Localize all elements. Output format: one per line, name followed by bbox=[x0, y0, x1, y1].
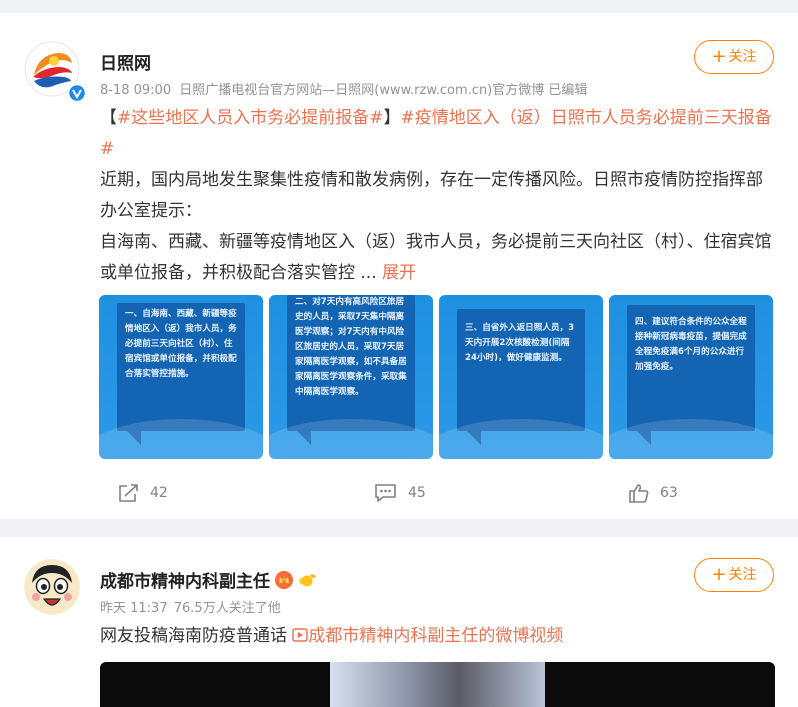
bracket-open: 【 bbox=[100, 108, 117, 128]
author-avatar[interactable] bbox=[24, 559, 80, 615]
repost-count: 42 bbox=[150, 485, 168, 501]
post-time[interactable]: 8-18 09:00 bbox=[100, 83, 171, 98]
repost-button[interactable]: 42 bbox=[118, 483, 168, 503]
follow-label: 关注 bbox=[728, 49, 757, 65]
verified-badge-icon bbox=[68, 84, 86, 102]
post-meta: 8-18 09:00 日照广播电视台官方网站—日照网(www.rzw.com.c… bbox=[100, 79, 587, 98]
cartoon-face-icon bbox=[24, 559, 80, 615]
post-paragraph: 近期，国内局地发生聚集性疫情和散发病例，存在一定传播风险。日照市疫情防控指挥部办… bbox=[100, 170, 763, 221]
comment-count: 45 bbox=[408, 485, 426, 501]
image-decoration bbox=[609, 419, 773, 459]
image-decoration bbox=[269, 419, 433, 459]
hashtag-link[interactable]: #这些地区人员入市务必提前报备# bbox=[117, 108, 384, 128]
post-image[interactable]: 二、对7天内有高风险区旅居史的人员，采取7天集中隔离医学观察；对7天内有中风险区… bbox=[269, 295, 433, 459]
post-card: 日照网 8-18 09:00 日照广播电视台官方网站—日照网(www.rzw.c… bbox=[0, 13, 798, 519]
follow-label: 关注 bbox=[728, 567, 757, 583]
sun-badge-icon bbox=[299, 573, 316, 586]
author-name[interactable]: 成都市精神内科副主任 bbox=[100, 567, 318, 592]
author-name-text: 成都市精神内科副主任 bbox=[100, 572, 270, 592]
author-name[interactable]: 日照网 bbox=[100, 49, 151, 74]
video-frame bbox=[330, 662, 545, 707]
post-text: 【#这些地区人员入市务必提前报备#】#疫情地区入（返）日照市人员务必提前三天报备… bbox=[100, 103, 772, 289]
post-meta: 昨天 11:37 76.5万人关注了他 bbox=[100, 597, 281, 616]
image-text: 四、建议符合条件的公众全程接种新冠病毒疫苗，提倡完成全程免疫满6个月的公众进行加… bbox=[635, 317, 747, 372]
share-icon bbox=[119, 484, 138, 502]
vip-crown-badge-icon bbox=[275, 570, 293, 589]
plus-icon: + bbox=[711, 46, 727, 67]
video-link[interactable]: 成都市精神内科副主任的微博视频 bbox=[292, 626, 563, 646]
post-time[interactable]: 昨天 11:37 bbox=[100, 601, 168, 616]
image-text: 三、自省外入返日照人员，3天内开展2次核酸检测(间隔24小时)，做好健康监测。 bbox=[465, 323, 575, 363]
follower-note: 76.5万人关注了他 bbox=[173, 601, 281, 616]
image-text: 二、对7天内有高风险区旅居史的人员，采取7天集中隔离医学观察；对7天内有中风险区… bbox=[295, 297, 407, 397]
post-text: 网友投稿海南防疫普通话 成都市精神内科副主任的微博视频 bbox=[100, 621, 772, 652]
image-decoration bbox=[439, 419, 603, 459]
like-count: 63 bbox=[660, 485, 678, 501]
ellipsis: ... bbox=[355, 263, 377, 283]
comment-icon bbox=[375, 484, 396, 502]
expand-link[interactable]: 展开 bbox=[382, 263, 416, 283]
video-icon bbox=[292, 628, 309, 642]
post-image[interactable]: 一、自海南、西藏、新疆等疫情地区入（返）我市人员，务必提前三天向社区（村）、住宿… bbox=[99, 295, 263, 459]
thumbs-up-icon bbox=[629, 484, 649, 503]
plus-icon: + bbox=[711, 564, 727, 585]
video-link-text: 成都市精神内科副主任的微博视频 bbox=[308, 626, 564, 646]
post-image[interactable]: 三、自省外入返日照人员，3天内开展2次核酸检测(间隔24小时)，做好健康监测。 bbox=[439, 295, 603, 459]
post-image[interactable]: 四、建议符合条件的公众全程接种新冠病毒疫苗，提倡完成全程免疫满6个月的公众进行加… bbox=[609, 295, 773, 459]
bracket-close: 】 bbox=[383, 108, 401, 128]
follow-button[interactable]: + 关注 bbox=[694, 40, 774, 74]
image-text: 一、自海南、西藏、新疆等疫情地区入（返）我市人员，务必提前三天向社区（村）、住宿… bbox=[125, 309, 237, 379]
post-paragraph: 网友投稿海南防疫普通话 bbox=[100, 626, 287, 646]
post-card: 成都市精神内科副主任 昨天 11:37 76.5万人关注了他 + 关注 网友投稿海… bbox=[0, 537, 798, 707]
comment-button[interactable]: 45 bbox=[374, 483, 426, 503]
video-player[interactable] bbox=[100, 662, 775, 707]
like-button[interactable]: 63 bbox=[628, 483, 678, 503]
post-paragraph: 自海南、西藏、新疆等疫情地区入（返）我市人员，务必提前三天向社区（村）、住宿宾馆… bbox=[100, 232, 772, 283]
post-source: 日照广播电视台官方网站—日照网(www.rzw.com.cn)官方微博 已编辑 bbox=[179, 83, 588, 98]
image-decoration bbox=[99, 419, 263, 459]
follow-button[interactable]: + 关注 bbox=[694, 558, 774, 592]
